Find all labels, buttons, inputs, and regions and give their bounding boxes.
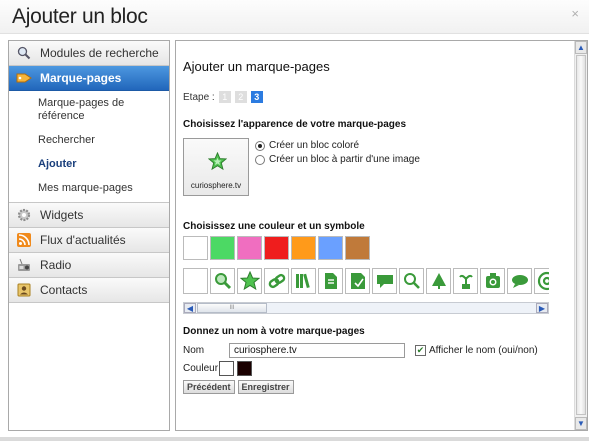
radio-colored-block[interactable] xyxy=(255,140,265,151)
submenu-item-ajouter[interactable]: Ajouter xyxy=(9,156,169,173)
document-icon[interactable] xyxy=(318,268,343,294)
name-row: Nom ✔ Afficher le nom (oui/non) xyxy=(183,343,538,358)
close-icon[interactable]: × xyxy=(571,6,579,21)
note-icon[interactable] xyxy=(345,268,370,294)
camera-icon[interactable] xyxy=(480,268,505,294)
submenu-item-rechercher[interactable]: Rechercher xyxy=(9,132,169,149)
dialog-bottom-border xyxy=(0,437,589,441)
appearance-heading: Choisissez l'apparence de votre marque-p… xyxy=(183,119,407,130)
scroll-down-icon[interactable]: ▼ xyxy=(575,417,587,430)
sidebar-item-radio[interactable]: Radio xyxy=(9,253,169,278)
scroll-thumb[interactable]: III xyxy=(197,303,267,313)
sidebar-item-contacts[interactable]: Contacts xyxy=(9,278,169,303)
step-indicator: Etape : 1 2 3 xyxy=(183,91,263,103)
search-zoom-icon[interactable] xyxy=(210,268,235,294)
option-label: Créer un bloc coloré xyxy=(269,140,360,151)
sidebar-item-marque-pages[interactable]: Marque-pages xyxy=(9,66,169,91)
option-label: Créer un bloc à partir d'une image xyxy=(269,154,420,165)
name-heading: Donnez un nom à votre marque-pages xyxy=(183,326,365,337)
search-icon xyxy=(16,45,32,61)
scroll-up-icon[interactable]: ▲ xyxy=(575,41,587,54)
bookmark-preview-tile: curiosphere.tv xyxy=(183,138,249,196)
bookmarks-submenu: Marque-pages de référence Rechercher Ajo… xyxy=(9,91,169,203)
rss-icon xyxy=(16,232,32,248)
sidebar-item-label: Radio xyxy=(40,258,72,272)
step-2[interactable]: 2 xyxy=(234,91,247,103)
main-panel: Ajouter un marque-pages Etape : 1 2 3 Ch… xyxy=(175,40,588,431)
sidebar-item-label: Flux d'actualités xyxy=(40,233,126,247)
preview-label: curiosphere.tv xyxy=(190,181,242,190)
sidebar-item-label: Contacts xyxy=(40,283,88,297)
color-swatch-2[interactable] xyxy=(237,236,262,260)
gear-icon xyxy=(16,207,32,223)
chain-link-icon[interactable] xyxy=(264,268,289,294)
show-name-label: Afficher le nom (oui/non) xyxy=(429,345,538,356)
star-badge-icon xyxy=(207,151,228,176)
color-swatch-0[interactable] xyxy=(183,236,208,260)
symbol-none[interactable] xyxy=(183,268,208,294)
color-swatch-1[interactable] xyxy=(210,236,235,260)
color-swatch-6[interactable] xyxy=(345,236,370,260)
magnifier-icon[interactable] xyxy=(399,268,424,294)
step-1[interactable]: 1 xyxy=(218,91,231,103)
color-swatch-5[interactable] xyxy=(318,236,343,260)
save-button[interactable]: Enregistrer xyxy=(237,380,294,394)
steps-label: Etape : xyxy=(183,91,215,103)
color-swatch-3[interactable] xyxy=(264,236,289,260)
step-3: 3 xyxy=(250,91,263,103)
show-name-checkbox[interactable]: ✔ xyxy=(415,345,426,356)
at-sign-icon[interactable] xyxy=(534,268,549,294)
sidebar-item-label: Widgets xyxy=(40,208,84,222)
plant-icon[interactable] xyxy=(453,268,478,294)
books-icon[interactable] xyxy=(291,268,316,294)
color-swatch-4[interactable] xyxy=(291,236,316,260)
color-symbol-heading: Choisissez une couleur et un symbole xyxy=(183,221,365,232)
sidebar-item-label: Modules de recherche xyxy=(40,46,159,60)
contacts-icon xyxy=(16,282,32,298)
name-label: Nom xyxy=(183,345,205,356)
button-row: Précédent Enregistrer xyxy=(183,380,297,394)
speech-bubble-icon[interactable] xyxy=(372,268,397,294)
option-image-block[interactable]: Créer un bloc à partir d'une image xyxy=(255,154,420,165)
back-button[interactable]: Précédent xyxy=(183,380,235,394)
symbol-picker xyxy=(183,268,549,299)
color-row: Couleur xyxy=(183,361,255,376)
sidebar-item-label: Marque-pages xyxy=(40,71,122,85)
color-label: Couleur xyxy=(183,363,219,374)
radio-icon xyxy=(16,257,32,273)
scroll-right-icon[interactable]: ▶ xyxy=(536,303,548,313)
star-badge-icon[interactable] xyxy=(237,268,262,294)
dialog-header: Ajouter un bloc × xyxy=(0,0,589,34)
symbol-horizontal-scrollbar[interactable]: ◀ III ▶ xyxy=(183,302,549,314)
tree-icon[interactable] xyxy=(426,268,451,294)
page-title: Ajouter un marque-pages xyxy=(183,59,330,74)
name-input[interactable] xyxy=(229,343,405,358)
sidebar-item-modules-de-recherche[interactable]: Modules de recherche xyxy=(9,41,169,66)
scroll-left-icon[interactable]: ◀ xyxy=(184,303,196,313)
color-swatch-row xyxy=(183,236,372,260)
submenu-item-marque-pages-de-reference[interactable]: Marque-pages de référence xyxy=(9,95,169,125)
sidebar: Modules de recherche Marque-pages Marque… xyxy=(8,40,170,431)
text-color-white-swatch[interactable] xyxy=(219,361,234,376)
bookmark-tag-icon xyxy=(16,70,32,86)
dialog-title: Ajouter un bloc xyxy=(12,5,148,28)
vertical-scrollbar[interactable]: ▲ ▼ xyxy=(574,41,587,430)
cloud-bubble-icon[interactable] xyxy=(507,268,532,294)
sidebar-item-widgets[interactable]: Widgets xyxy=(9,203,169,228)
sidebar-item-flux-dactualites[interactable]: Flux d'actualités xyxy=(9,228,169,253)
submenu-item-mes-marque-pages[interactable]: Mes marque-pages xyxy=(9,180,169,197)
radio-image-block[interactable] xyxy=(255,154,265,165)
option-colored-block[interactable]: Créer un bloc coloré xyxy=(255,140,359,151)
text-color-dark-swatch[interactable] xyxy=(237,361,252,376)
scroll-thumb[interactable] xyxy=(576,55,586,415)
